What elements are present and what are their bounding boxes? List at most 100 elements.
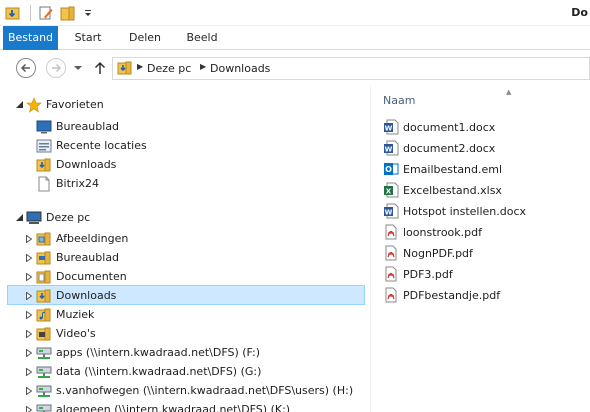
tree-item-downloads[interactable]: Downloads	[36, 286, 116, 305]
desktop-folder-icon	[36, 250, 52, 266]
expand-toggle[interactable]	[24, 324, 34, 343]
file-item[interactable]: PDFbestandje.pdf	[383, 285, 500, 305]
downloads-folder-icon	[117, 60, 133, 76]
expand-toggle[interactable]	[24, 267, 34, 286]
address-bar[interactable]: ▶ Deze pc ▶ Downloads	[112, 57, 590, 80]
network-drive-icon	[36, 345, 52, 361]
expand-toggle[interactable]	[24, 286, 34, 305]
up-button[interactable]	[92, 59, 108, 77]
customize-dropdown-icon[interactable]	[79, 4, 97, 22]
file-name: Hotspot instellen.docx	[403, 204, 527, 218]
tab-bestand[interactable]: Bestand	[3, 26, 58, 50]
expand-toggle[interactable]	[24, 381, 34, 400]
breadcrumb-downloads[interactable]: Downloads	[210, 62, 270, 75]
tab-beeld[interactable]: Beeld	[182, 26, 222, 50]
tree-item-downloads[interactable]: Downloads	[36, 155, 116, 174]
expand-toggle[interactable]	[24, 343, 34, 362]
file-item[interactable]: W document2.docx	[383, 138, 495, 158]
file-item[interactable]: PDF3.pdf	[383, 264, 453, 284]
column-header-name[interactable]: Naam	[383, 94, 415, 107]
tree-label: Downloads	[56, 289, 117, 302]
back-button[interactable]	[14, 56, 38, 80]
expand-toggle[interactable]	[24, 305, 34, 324]
collapse-favorites-toggle[interactable]	[14, 95, 24, 114]
expand-toggle[interactable]	[24, 248, 34, 267]
expanded-arrow-icon	[15, 101, 23, 108]
svg-text:X: X	[386, 188, 392, 196]
tree-label: Afbeeldingen	[56, 232, 129, 245]
tab-start[interactable]: Start	[68, 26, 108, 50]
file-item[interactable]: X Excelbestand.xlsx	[383, 180, 502, 200]
tree-item-videos[interactable]: Video's	[36, 324, 96, 343]
collapsed-arrow-icon	[26, 405, 32, 412]
file-item[interactable]: loonstrook.pdf	[383, 222, 482, 242]
recent-locations-dropdown[interactable]	[72, 62, 84, 74]
collapsed-arrow-icon	[26, 329, 32, 338]
word-document-icon: W	[383, 203, 399, 219]
tab-delen[interactable]: Delen	[124, 26, 166, 50]
expand-toggle[interactable]	[24, 229, 34, 248]
tree-favorites[interactable]: Favorieten	[26, 95, 104, 114]
star-icon	[26, 96, 42, 113]
tree-label: Favorieten	[46, 98, 104, 111]
svg-text:W: W	[385, 209, 393, 217]
tree-label: data (\\intern.kwadraad.net\DFS) (G:)	[56, 365, 262, 378]
file-item[interactable]: W document1.docx	[383, 117, 495, 137]
file-name: NognPDF.pdf	[403, 246, 473, 260]
tree-item-documenten[interactable]: Documenten	[36, 267, 127, 286]
tree-item-drive-g[interactable]: data (\\intern.kwadraad.net\DFS) (G:)	[36, 362, 261, 381]
file-name: PDFbestandje.pdf	[403, 288, 501, 302]
tree-item-drive-h[interactable]: s.vanhofwegen (\\intern.kwadraad.net\DFS…	[36, 381, 353, 400]
tree-label: Muziek	[56, 308, 95, 321]
file-name: Excelbestand.xlsx	[403, 183, 502, 197]
file-item[interactable]: NognPDF.pdf	[383, 243, 473, 263]
documents-folder-icon	[36, 269, 52, 285]
tree-label: Bureaublad	[56, 120, 120, 133]
pdf-file-icon	[383, 224, 399, 240]
tree-item-muziek[interactable]: Muziek	[36, 305, 94, 324]
expand-toggle[interactable]	[24, 362, 34, 381]
collapsed-arrow-icon	[26, 386, 32, 395]
collapsed-arrow-icon	[26, 367, 32, 376]
collapsed-arrow-icon	[26, 234, 32, 243]
properties-icon[interactable]	[4, 4, 22, 22]
videos-folder-icon	[36, 326, 52, 342]
file-name: document2.docx	[403, 141, 496, 155]
pdf-file-icon	[383, 245, 399, 261]
file-name: document1.docx	[403, 120, 496, 134]
breadcrumb-deze-pc[interactable]: Deze pc	[147, 62, 191, 75]
expanded-arrow-icon	[15, 214, 23, 221]
tree-this-pc[interactable]: Deze pc	[26, 208, 90, 227]
document-icon	[36, 176, 52, 192]
network-drive-icon	[36, 383, 52, 399]
collapsed-arrow-icon	[26, 291, 32, 300]
forward-button[interactable]	[44, 56, 68, 80]
collapsed-arrow-icon	[26, 348, 32, 357]
tree-item-recente-locaties[interactable]: Recente locaties	[36, 136, 147, 155]
file-item[interactable]: O Emailbestand.eml	[383, 159, 502, 179]
tree-item-drive-f[interactable]: apps (\\intern.kwadraad.net\DFS) (F:)	[36, 343, 260, 362]
tree-item-bureaublad[interactable]: Bureaublad	[36, 117, 119, 136]
tree-item-bitrix24[interactable]: Bitrix24	[36, 174, 99, 193]
column-header: ▲ Naam	[371, 86, 590, 110]
network-drive-icon	[36, 402, 52, 412]
sort-ascending-icon: ▲	[506, 88, 512, 96]
music-folder-icon	[36, 307, 52, 323]
collapsed-arrow-icon	[26, 272, 32, 281]
tree-label: Deze pc	[46, 211, 91, 224]
title-bar: Do	[0, 0, 590, 26]
navigation-bar: ▶ Deze pc ▶ Downloads	[0, 50, 590, 86]
tree-item-drive-k[interactable]: algemeen (\\intern.kwadraad.net\DFS) (K:…	[36, 400, 290, 412]
word-document-icon: W	[383, 119, 399, 135]
computer-icon	[26, 210, 42, 226]
file-name: Emailbestand.eml	[403, 162, 503, 176]
file-item[interactable]: W Hotspot instellen.docx	[383, 201, 526, 221]
up-arrow-icon	[94, 61, 106, 74]
new-folder-icon[interactable]	[59, 4, 77, 22]
svg-text:W: W	[385, 125, 393, 133]
collapse-this-pc-toggle[interactable]	[14, 208, 24, 227]
tree-item-bureaublad[interactable]: Bureaublad	[36, 248, 119, 267]
edit-icon[interactable]	[37, 4, 55, 22]
tree-item-afbeeldingen[interactable]: Afbeeldingen	[36, 229, 128, 248]
expand-toggle[interactable]	[24, 400, 34, 412]
